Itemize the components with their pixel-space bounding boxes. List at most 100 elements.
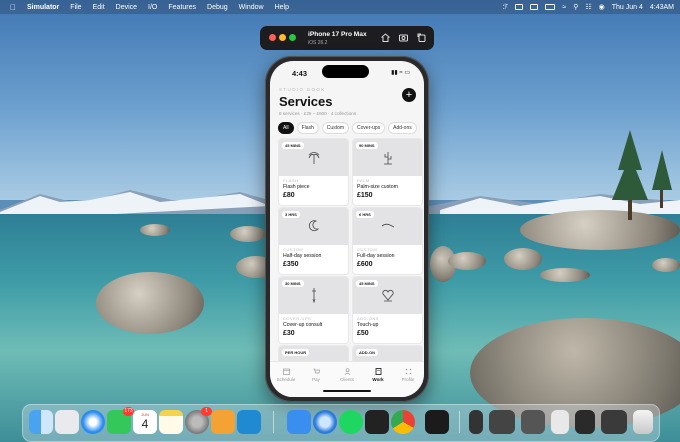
duration-badge: 3 HRS bbox=[282, 211, 300, 218]
heart-icon bbox=[382, 289, 394, 302]
menu-window[interactable]: Window bbox=[239, 4, 264, 11]
palm-tree-icon bbox=[308, 152, 320, 164]
minimize-window-button[interactable] bbox=[279, 34, 286, 41]
terminal-icon[interactable] bbox=[425, 410, 449, 434]
messages-icon[interactable]: 173 bbox=[107, 407, 134, 434]
trash-icon[interactable] bbox=[633, 410, 653, 434]
add-service-button[interactable]: + bbox=[402, 88, 416, 102]
siri-icon[interactable]: ◉ bbox=[599, 3, 605, 11]
tab-profile[interactable]: Profile bbox=[393, 368, 423, 382]
files-app-icon[interactable] bbox=[287, 410, 311, 434]
chip-custom[interactable]: Custom bbox=[321, 122, 350, 134]
service-price: £30 bbox=[283, 330, 295, 337]
quicktime-icon[interactable] bbox=[313, 410, 337, 434]
menu-bar:  Simulator File Edit Device I/O Feature… bbox=[0, 0, 680, 14]
menu-features[interactable]: Features bbox=[168, 4, 196, 11]
wallpaper-rock bbox=[504, 248, 542, 270]
zoom-window-button[interactable] bbox=[289, 34, 296, 41]
tab-label: Schedule bbox=[276, 377, 296, 382]
menu-app-simulator[interactable]: Simulator bbox=[27, 4, 59, 11]
chrome-icon[interactable] bbox=[391, 410, 415, 434]
menu-debug[interactable]: Debug bbox=[207, 4, 228, 11]
display-icon[interactable] bbox=[515, 4, 524, 10]
apple-menu-icon[interactable]:  bbox=[10, 3, 16, 12]
rotate-icon[interactable] bbox=[416, 32, 427, 43]
cactus-icon bbox=[384, 152, 392, 165]
spotify-icon[interactable] bbox=[339, 410, 363, 434]
recent-window-icon[interactable] bbox=[601, 410, 627, 434]
launchpad-icon[interactable] bbox=[55, 410, 79, 434]
search-icon[interactable]: ⚲ bbox=[573, 3, 578, 11]
service-category: CUSTOM bbox=[283, 247, 304, 252]
menu-device[interactable]: Device bbox=[116, 4, 137, 11]
wallpaper-rock bbox=[230, 226, 266, 242]
notes-icon[interactable] bbox=[159, 410, 183, 434]
battery-icon[interactable] bbox=[545, 4, 556, 10]
chip-cover-ups[interactable]: Cover-ups bbox=[352, 122, 386, 134]
service-name: Half-day session bbox=[283, 253, 322, 259]
filter-chips: All Flash Custom Cover-ups Add-ons bbox=[278, 122, 417, 134]
home-indicator bbox=[323, 390, 371, 392]
menu-time[interactable]: 4:43AM bbox=[650, 4, 674, 11]
control-center-icon[interactable]: ☷ bbox=[585, 3, 591, 11]
finder-icon[interactable] bbox=[29, 410, 53, 434]
dock: 173 JUN 4 1 bbox=[22, 404, 660, 442]
wallpaper-rock bbox=[96, 272, 204, 334]
dock-separator bbox=[459, 411, 460, 433]
screenshot-icon[interactable] bbox=[398, 32, 409, 43]
script-icon[interactable]: ℱ bbox=[503, 3, 509, 11]
menu-io[interactable]: I/O bbox=[148, 4, 157, 11]
close-window-button[interactable] bbox=[269, 34, 276, 41]
wallpaper-trees bbox=[612, 130, 672, 220]
page-subtitle: 8 services · £25 – £600 · 4 collections bbox=[279, 111, 357, 116]
service-card[interactable]: 45 MINS ADD-ONS Touch-up £50 bbox=[352, 276, 423, 344]
tab-pay[interactable]: Pay bbox=[301, 368, 331, 382]
device-name: iPhone 17 Pro Max bbox=[308, 31, 367, 38]
service-card[interactable]: 6 HRS CUSTOM Full-day session £600 bbox=[352, 207, 423, 275]
tab-clients[interactable]: Clients bbox=[332, 368, 362, 382]
simulator-toolbar: iPhone 17 Pro Max iOS 26.2 bbox=[260, 26, 434, 50]
safari-icon[interactable] bbox=[81, 410, 105, 434]
swift-playgrounds-icon[interactable] bbox=[211, 410, 235, 434]
service-price: £600 bbox=[357, 261, 373, 268]
chip-flash[interactable]: Flash bbox=[296, 122, 319, 134]
recent-window-icon[interactable] bbox=[551, 410, 569, 434]
chip-add-ons[interactable]: Add-ons bbox=[388, 122, 417, 134]
tab-work[interactable]: Work bbox=[363, 368, 393, 382]
figma-icon[interactable] bbox=[365, 410, 389, 434]
duration-badge: 45 MINS bbox=[356, 280, 378, 287]
recent-window-icon[interactable] bbox=[521, 410, 545, 434]
service-card[interactable]: 30 MINS COVER-UPS Cover-up consult £30 bbox=[278, 276, 349, 344]
tab-schedule[interactable]: Schedule bbox=[271, 368, 301, 382]
calendar-icon bbox=[282, 368, 290, 375]
keyboard-icon[interactable] bbox=[530, 4, 539, 10]
recent-window-icon[interactable] bbox=[489, 410, 515, 434]
wifi-icon[interactable]: ≈ bbox=[562, 4, 566, 11]
menu-edit[interactable]: Edit bbox=[93, 4, 105, 11]
tab-label: Clients bbox=[340, 377, 354, 382]
line-icon bbox=[381, 223, 395, 228]
calendar-icon[interactable]: JUN 4 bbox=[133, 410, 157, 434]
recent-window-icon[interactable] bbox=[469, 410, 483, 434]
service-card[interactable]: 45 MINS FLASH Flash piece £80 bbox=[278, 138, 349, 206]
service-category: COVER-UPS bbox=[283, 316, 312, 321]
service-price: £350 bbox=[283, 261, 299, 268]
service-card[interactable]: 90 MINS PALM Palm-size custom £150 bbox=[352, 138, 423, 206]
service-name: Palm-size custom bbox=[357, 184, 398, 190]
tab-label: Profile bbox=[401, 377, 415, 382]
service-card[interactable]: 3 HRS CUSTOM Half-day session £350 bbox=[278, 207, 349, 275]
vscode-icon[interactable] bbox=[237, 410, 261, 434]
service-category: ADD-ONS bbox=[357, 316, 379, 321]
moon-icon bbox=[308, 220, 320, 232]
menu-bar-status-area: ℱ ≈ ⚲ ☷ ◉ Thu Jun 4 4:43AM bbox=[503, 0, 674, 14]
chip-all[interactable]: All bbox=[278, 122, 294, 134]
settings-icon[interactable]: 1 bbox=[185, 407, 212, 434]
iphone-frame: 4:43 ▮▮ ≈ ▭ STUDIO BOOK Services 8 servi… bbox=[265, 56, 429, 402]
menu-file[interactable]: File bbox=[70, 4, 81, 11]
wallpaper-rock bbox=[652, 258, 680, 272]
menu-help[interactable]: Help bbox=[275, 4, 289, 11]
home-icon[interactable] bbox=[380, 32, 391, 43]
menu-date[interactable]: Thu Jun 4 bbox=[612, 4, 643, 11]
service-name: Full-day session bbox=[357, 253, 395, 259]
recent-window-icon[interactable] bbox=[575, 410, 595, 434]
